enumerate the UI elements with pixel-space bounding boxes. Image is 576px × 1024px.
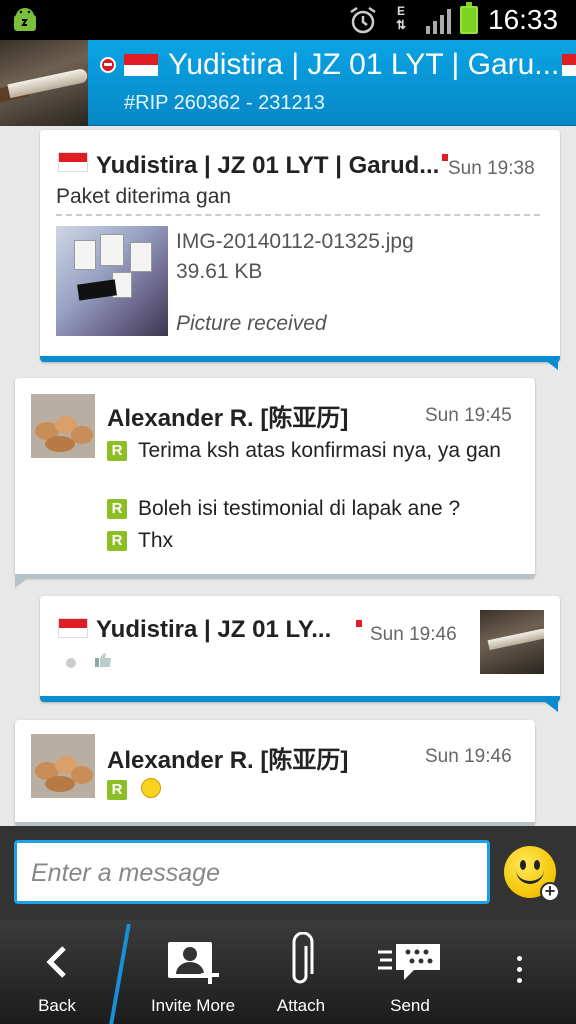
bottom-toolbar: Back Invite More Attach Send [0,920,576,1024]
message-input[interactable]: Enter a message [14,840,490,904]
contact-picture[interactable] [480,610,544,674]
attachment-filename[interactable]: IMG-20140112-01325.jpg [176,230,414,254]
attachment-status: Picture received [176,312,327,335]
message-sender: Alexander R. [陈亚历] [107,747,349,774]
message-bubble[interactable]: Yudistira | JZ 01 LYT | Garud... Sun 19:… [40,130,560,362]
busy-status-icon [100,57,116,73]
composer-bar: Enter a message + [0,826,576,920]
bbm-send-icon [378,944,440,980]
message-time: Sun 19:46 [425,746,512,767]
signal-strength-icon [426,9,451,34]
message-time: Sun 19:38 [448,158,535,179]
message-bubble[interactable]: Alexander R. [陈亚历] Sun 19:45 R Terima ks… [15,378,535,578]
chat-header[interactable]: Yudistira | JZ 01 LYT | Garu... #RIP 260… [0,40,576,126]
attach-button[interactable]: Attach [258,920,344,1024]
bubble-tail [540,698,558,712]
emoticon-picker-icon[interactable]: + [504,846,560,902]
smiley-emoticon-icon [141,778,161,798]
message-bubble[interactable]: Alexander R. [陈亚历] Sun 19:46 R [15,720,535,826]
paperclip-icon [292,932,314,984]
delivery-status-icon [66,658,76,668]
back-arrow-icon [46,946,66,978]
message-sender: Alexander R. [陈亚历] [107,405,349,432]
message-bubble[interactable]: Yudistira | JZ 01 LY... Sun 19:46 [40,596,560,702]
message-line: R Thx [107,528,507,554]
status-clock: 16:33 [488,4,559,35]
invite-contact-icon [168,942,219,984]
picture-thumbnail[interactable] [56,226,168,336]
network-type-indicator: E ⇅ [395,4,407,32]
contact-avatar[interactable] [31,394,95,458]
message-line: R Terima ksh atas konfirmasi nya, ya gan [107,438,507,464]
send-button[interactable]: Send [362,920,458,1024]
message-time: Sun 19:46 [370,624,457,645]
chat-title: Yudistira | JZ 01 LYT | Garu... [168,48,560,81]
read-receipt-icon: R [107,499,127,519]
divider [56,214,540,216]
attachment-size: 39.61 KB [176,260,263,283]
more-options-icon[interactable] [514,956,524,992]
indonesia-flag-icon [356,620,362,634]
contact-avatar[interactable] [31,734,95,798]
bubble-tail [540,356,558,370]
message-sender: Yudistira | JZ 01 LYT | Garud... [96,152,440,179]
read-receipt-icon: R [107,441,127,461]
message-text: Paket diterima gan [56,185,232,208]
read-receipt-icon: R [107,531,127,551]
read-receipt-icon: R [107,780,127,800]
message-sender: Yudistira | JZ 01 LY... [96,616,332,643]
thumbs-up-icon [95,653,111,667]
message-line: R Boleh isi testimonial di lapak ane ? [107,496,507,522]
alarm-icon [350,6,376,34]
android-debug-icon [14,8,36,31]
invite-more-button[interactable]: Invite More [140,920,246,1024]
message-time: Sun 19:45 [425,405,512,426]
back-button[interactable]: Back [0,920,114,1024]
indonesia-flag-icon [58,152,88,172]
indonesia-flag-icon [124,54,158,76]
contact-avatar[interactable] [0,40,88,126]
chat-status-message: #RIP 260362 - 231213 [124,92,325,114]
indonesia-flag-icon [562,54,576,76]
bubble-tail [15,574,33,588]
status-bar: E ⇅ 16:33 [0,0,576,40]
indonesia-flag-icon [58,618,88,638]
battery-icon [460,2,478,34]
